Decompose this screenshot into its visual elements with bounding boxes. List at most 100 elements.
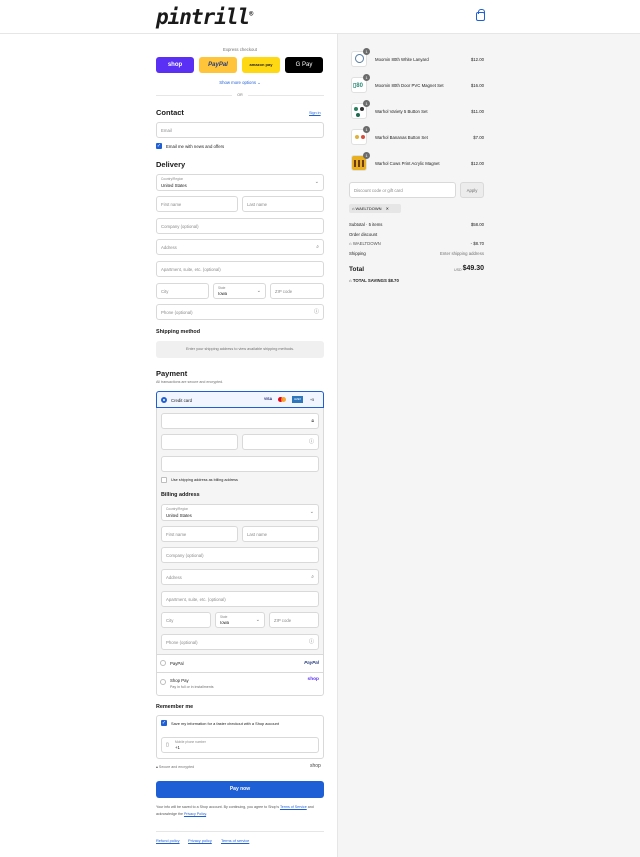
help-icon[interactable]: ⓘ [314, 310, 319, 315]
privacy-policy-link[interactable]: Privacy policy [188, 838, 212, 843]
billing-first-name-field[interactable]: First name [161, 526, 238, 542]
shopping-bag-icon[interactable] [476, 9, 485, 21]
news-label: Email me with news and offers [166, 144, 225, 149]
billing-zip-field[interactable]: ZIP code [269, 612, 319, 628]
shop-terms-link[interactable]: Terms of Service [280, 805, 307, 809]
discount-code-label: WAELTDOWN [352, 241, 381, 246]
terms-of-service-link[interactable]: Terms of service [221, 838, 249, 843]
payment-subtitle: All transactions are secure and encrypte… [156, 380, 224, 384]
shop-pay-button[interactable]: shop [156, 57, 194, 73]
header: pintrill® [0, 0, 640, 34]
billing-last-name-field[interactable]: Last name [242, 526, 319, 542]
refund-policy-link[interactable]: Refund policy [156, 838, 180, 843]
chevron-down-icon: ⌄ [255, 617, 260, 623]
product-art: ▯80 [353, 83, 363, 89]
billing-company-field[interactable]: Company (optional) [161, 547, 319, 563]
quantity-badge: 1 [363, 48, 370, 55]
apartment-placeholder: Apartment, suite, etc. (optional) [161, 267, 221, 272]
close-icon[interactable]: ✕ [386, 206, 389, 211]
help-icon[interactable]: ⓘ [309, 640, 314, 645]
paypal-button[interactable]: PayPal [199, 57, 237, 73]
show-more-options-link[interactable]: Show more options ⌄ [156, 80, 324, 86]
pay-now-button[interactable]: Pay now [156, 781, 324, 798]
total-value: $49.30 [462, 265, 484, 272]
legal-period: . [206, 812, 208, 816]
save-info-checkbox[interactable]: ✓ [161, 720, 167, 726]
company-placeholder: Company (optional) [161, 224, 199, 229]
security-code-field[interactable]: ⓘ [242, 434, 319, 450]
zip-field[interactable]: ZIP code [270, 283, 324, 299]
product-thumbnail: 1 [351, 48, 370, 67]
remember-me-heading: Remember me [156, 704, 194, 710]
help-icon[interactable]: ⓘ [309, 440, 314, 445]
billing-phone-field[interactable]: Phone (optional) ⓘ [161, 634, 319, 650]
address-placeholder: Address [161, 245, 177, 250]
order-discount-label: Order discount [349, 232, 378, 237]
company-field[interactable]: Company (optional) [156, 218, 324, 234]
shop-wordmark: shop [310, 763, 321, 769]
delivery-heading: Delivery [156, 160, 186, 169]
discount-tag-code: WAELTDOWN [355, 206, 382, 211]
billing-apartment-field[interactable]: Apartment, suite, etc. (optional) [161, 591, 319, 607]
discount-code-field[interactable]: Discount code or gift card [349, 182, 456, 198]
credit-card-option[interactable]: Credit card VISA AMEX +5 [156, 391, 324, 408]
legal-text: Your info will be saved to a Shop accoun… [156, 804, 324, 818]
billing-address-heading: Billing address [161, 492, 200, 498]
shop-pay-radio[interactable] [160, 679, 166, 685]
name-on-card-field[interactable] [161, 456, 319, 472]
product-thumbnail: ▯80 1 [351, 74, 370, 93]
phone-field[interactable]: Phone (optional) ⓘ [156, 304, 324, 320]
discount-code-row: ⌂ WAELTDOWN [349, 241, 381, 246]
discount-tag: ⌂ WAELTDOWN ✕ [349, 204, 401, 213]
billing-phone-placeholder: Phone (optional) [166, 640, 198, 645]
legal-text-1: Your info will be saved to a Shop accoun… [156, 805, 280, 809]
city-field[interactable]: City [156, 283, 209, 299]
store-logo[interactable]: pintrill® [156, 5, 253, 29]
state-select[interactable]: State Iowa ⌄ [213, 283, 266, 299]
secure-encrypted-label: 🔒︎ Secure and encrypted [156, 765, 194, 769]
google-pay-button[interactable]: G Pay [285, 57, 323, 73]
first-name-field[interactable]: First name [156, 196, 238, 212]
use-shipping-checkbox[interactable] [161, 477, 167, 483]
last-name-field[interactable]: Last name [242, 196, 324, 212]
mobile-phone-field[interactable]: ▯ Mobile phone number +1 [161, 737, 319, 753]
paypal-radio[interactable] [160, 660, 166, 666]
logo-mark: ® [249, 10, 253, 18]
email-field[interactable]: Email [156, 122, 324, 138]
shipping-method-note: Enter your shipping address to view avai… [185, 347, 295, 351]
apply-button[interactable]: Apply [460, 182, 484, 198]
amazon-pay-button[interactable]: amazon pay [242, 57, 280, 73]
first-name-placeholder: First name [161, 202, 182, 207]
credit-card-radio[interactable] [161, 397, 167, 403]
billing-country-select[interactable]: Country/Region United States ⌄ [161, 504, 319, 521]
use-shipping-label: Use shipping address as billing address [171, 478, 238, 482]
shop-pay-subtitle: Pay in full or in installments [170, 685, 214, 689]
paypal-option[interactable]: PayPal PayPal [156, 655, 324, 672]
news-checkbox[interactable]: ✓ [156, 143, 162, 149]
city-placeholder: City [161, 289, 169, 294]
visa-icon: VISA [264, 397, 273, 401]
payment-heading: Payment [156, 369, 188, 378]
chevron-down-icon: ⌄ [314, 179, 319, 185]
contact-heading: Contact [156, 108, 184, 117]
billing-last-name-placeholder: Last name [247, 532, 268, 537]
billing-city-field[interactable]: City [161, 612, 211, 628]
shop-pay-label: Shop Pay [170, 678, 189, 683]
expiration-field[interactable] [161, 434, 238, 450]
total-savings-label: TOTAL SAVINGS [352, 278, 387, 283]
billing-state-select[interactable]: State Iowa ⌄ [215, 612, 265, 628]
tag-icon: ⌂ [349, 278, 352, 283]
shop-privacy-link[interactable]: Privacy Policy [184, 812, 206, 816]
billing-company-placeholder: Company (optional) [166, 553, 204, 558]
apartment-field[interactable]: Apartment, suite, etc. (optional) [156, 261, 324, 277]
email-placeholder: Email [161, 128, 172, 133]
billing-address-field[interactable]: Address ⌕ [161, 569, 319, 585]
lock-icon: 🔒︎ [156, 765, 158, 769]
country-select[interactable]: Country/Region United States ⌄ [156, 174, 324, 191]
sign-in-link[interactable]: Sign in [309, 111, 321, 115]
shop-pay-option[interactable]: Shop Pay Pay in full or in installments … [156, 673, 324, 695]
product-thumbnail: 1 [351, 152, 370, 171]
address-field[interactable]: Address ⌕ [156, 239, 324, 255]
card-number-field[interactable]: 🔒︎ [161, 413, 319, 429]
quantity-badge: 1 [363, 74, 370, 81]
